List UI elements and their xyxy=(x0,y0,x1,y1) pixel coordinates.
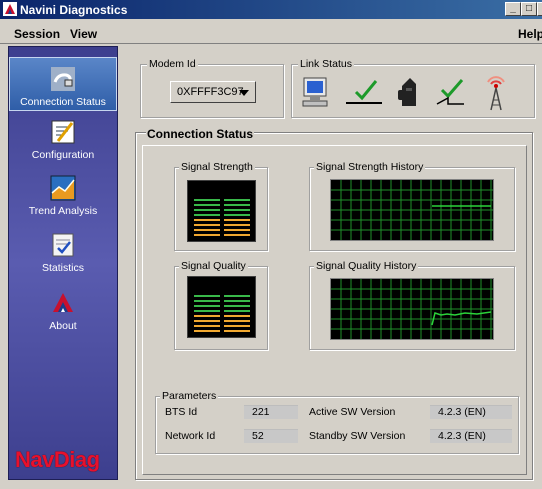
meter-bar xyxy=(194,305,220,307)
menu-session-label: Session xyxy=(14,27,61,41)
standby-sw-version-value: 4.2.3 (EN) xyxy=(430,429,512,443)
modem-id-select[interactable]: 0XFFFF3C97 xyxy=(170,81,256,103)
signal-strength-label: Signal Strength xyxy=(179,161,255,173)
meter-bar xyxy=(194,229,220,231)
meter-bar xyxy=(224,305,250,307)
meter-bar xyxy=(194,325,220,327)
chevron-down-icon xyxy=(239,90,249,96)
meter-bar xyxy=(224,224,250,226)
tower-icon xyxy=(487,76,505,111)
active-sw-version-value: 4.2.3 (EN) xyxy=(430,405,512,419)
menu-view-label: View xyxy=(70,27,98,41)
bts-id-label: BTS Id xyxy=(165,406,198,418)
menu-help-label: Help xyxy=(518,27,542,41)
meter-bar xyxy=(194,199,220,201)
modem-device-icon xyxy=(398,78,416,106)
meter-bar xyxy=(194,310,220,312)
about-icon xyxy=(53,293,73,312)
standby-sw-version-label: Standby SW Version xyxy=(309,430,406,442)
network-id-value: 52 xyxy=(244,429,298,443)
meter-bar xyxy=(194,209,220,211)
link-status-label: Link Status xyxy=(298,58,354,70)
app-icon xyxy=(3,2,17,16)
checkmark-icon xyxy=(436,79,464,105)
meter-bar xyxy=(194,300,220,302)
menu-view[interactable]: View xyxy=(70,27,97,41)
meter-bar xyxy=(194,295,220,297)
checkmark-icon xyxy=(346,80,382,104)
active-sw-version-label: Active SW Version xyxy=(309,406,396,418)
signal-quality-history-grid xyxy=(331,279,493,339)
meter-bar xyxy=(224,199,250,201)
navdiag-logo: NavDiag xyxy=(15,447,100,472)
configuration-icon xyxy=(51,120,75,144)
meter-bar xyxy=(224,204,250,206)
minimize-button[interactable]: _ xyxy=(505,2,521,16)
menu-help[interactable]: Help xyxy=(518,27,542,41)
connection-icon xyxy=(51,67,75,91)
network-id-label: Network Id xyxy=(165,430,216,442)
sidebar-item-statistics[interactable]: Statistics xyxy=(9,232,117,282)
bts-id-value: 221 xyxy=(244,405,298,419)
sidebar-item-trend-analysis[interactable]: Trend Analysis xyxy=(9,175,117,225)
sidebar-item-label: Connection Status xyxy=(20,96,106,108)
meter-bar xyxy=(194,234,220,236)
meter-bar xyxy=(224,209,250,211)
meter-bar xyxy=(224,214,250,216)
meter-bar xyxy=(194,214,220,216)
menu-session[interactable]: Session xyxy=(14,27,60,41)
sidebar-item-label: About xyxy=(49,320,77,332)
meter-bar xyxy=(224,330,250,332)
sidebar-item-configuration[interactable]: Configuration xyxy=(9,119,117,169)
connection-status-title: Connection Status xyxy=(146,127,255,141)
meter-bar xyxy=(194,315,220,317)
modem-id-value: 0XFFFF3C97 xyxy=(177,86,244,98)
meter-bar xyxy=(224,315,250,317)
signal-quality-label: Signal Quality xyxy=(179,260,248,272)
meter-bar xyxy=(194,224,220,226)
meter-bar xyxy=(224,325,250,327)
menu-bar: Session View Help xyxy=(0,19,542,44)
meter-bar xyxy=(194,204,220,206)
statistics-icon xyxy=(52,233,74,257)
sidebar: Connection Status Configuration Trend An… xyxy=(8,46,118,480)
meter-bar xyxy=(224,234,250,236)
computer-icon xyxy=(302,77,328,107)
sidebar-item-label: Trend Analysis xyxy=(28,205,98,217)
meter-bar xyxy=(224,300,250,302)
meter-bar xyxy=(194,219,220,221)
window-title: Navini Diagnostics xyxy=(20,3,128,17)
meter-bar xyxy=(224,310,250,312)
modem-id-label: Modem Id xyxy=(147,58,198,70)
signal-strength-meter xyxy=(187,180,256,242)
signal-quality-history-graph xyxy=(330,278,494,340)
signal-quality-history-label: Signal Quality History xyxy=(314,260,419,272)
title-bar: Navini Diagnostics _ □ × xyxy=(0,0,542,19)
meter-bar xyxy=(224,320,250,322)
sidebar-item-connection-status[interactable]: Connection Status xyxy=(9,57,117,111)
maximize-button[interactable]: □ xyxy=(521,2,537,16)
sidebar-item-about[interactable]: About xyxy=(9,290,117,340)
trend-icon xyxy=(50,175,76,201)
close-button[interactable]: × xyxy=(537,2,542,16)
meter-bar xyxy=(224,295,250,297)
signal-quality-meter xyxy=(187,276,256,338)
sidebar-item-label: Configuration xyxy=(31,149,95,161)
meter-bar xyxy=(194,330,220,332)
signal-strength-history-grid xyxy=(331,180,493,240)
meter-bar xyxy=(224,229,250,231)
meter-bar xyxy=(194,320,220,322)
parameters-label: Parameters xyxy=(160,390,219,402)
meter-bar xyxy=(224,219,250,221)
sidebar-item-label: Statistics xyxy=(41,262,84,274)
signal-strength-history-graph xyxy=(330,179,494,241)
signal-strength-history-label: Signal Strength History xyxy=(314,161,426,173)
